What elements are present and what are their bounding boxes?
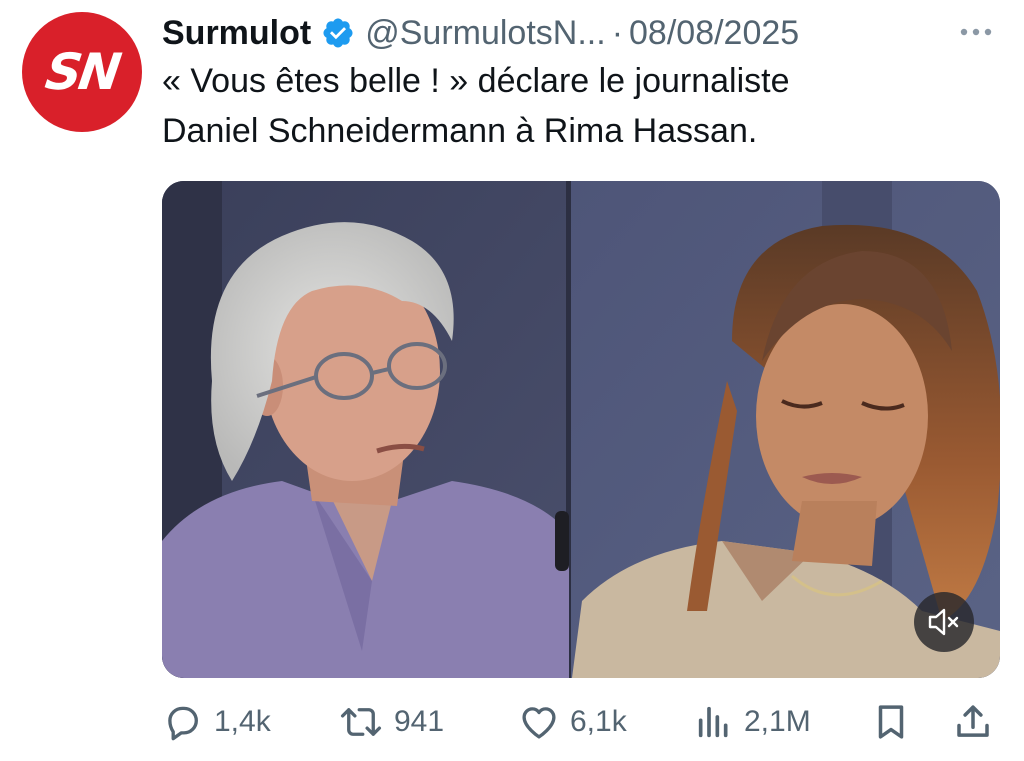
repost-icon <box>338 701 384 743</box>
share-button[interactable] <box>952 692 994 752</box>
tweet-text: « Vous êtes belle ! » déclare le journal… <box>162 56 1002 156</box>
tweet-text-line: « Vous êtes belle ! » déclare le journal… <box>162 62 790 100</box>
like-button[interactable]: 6,1k <box>518 692 627 752</box>
avatar[interactable]: SN <box>22 12 142 132</box>
repost-button[interactable]: 941 <box>338 692 444 752</box>
bookmark-icon <box>870 701 912 743</box>
avatar-logo-text: SN <box>41 43 122 101</box>
verified-badge-icon[interactable] <box>321 16 355 50</box>
video-media[interactable] <box>162 181 1000 678</box>
like-count: 6,1k <box>570 705 627 738</box>
action-bar: 1,4k 941 6,1k 2,1M <box>0 692 1024 752</box>
share-icon <box>952 701 994 743</box>
views-count: 2,1M <box>744 705 811 738</box>
reply-button[interactable]: 1,4k <box>162 692 271 752</box>
separator-dot: · <box>611 13 624 52</box>
tweet-text-line: Daniel Schneidermann à Rima Hassan. <box>162 112 758 150</box>
views-icon <box>694 701 734 743</box>
more-icon[interactable] <box>956 14 996 50</box>
speaker-muted-icon[interactable] <box>914 592 974 652</box>
reply-count: 1,4k <box>214 705 271 738</box>
reply-icon <box>162 701 204 743</box>
video-frame <box>162 181 1000 678</box>
repost-count: 941 <box>394 705 445 738</box>
tweet-date[interactable]: 08/08/2025 <box>629 14 799 53</box>
display-name[interactable]: Surmulot <box>162 14 311 53</box>
heart-icon <box>518 701 560 743</box>
bookmark-button[interactable] <box>870 692 912 752</box>
tweet-header: Surmulot @SurmulotsN... · 08/08/2025 <box>162 8 799 58</box>
views-button[interactable]: 2,1M <box>694 692 811 752</box>
user-handle[interactable]: @SurmulotsN... <box>365 14 605 53</box>
